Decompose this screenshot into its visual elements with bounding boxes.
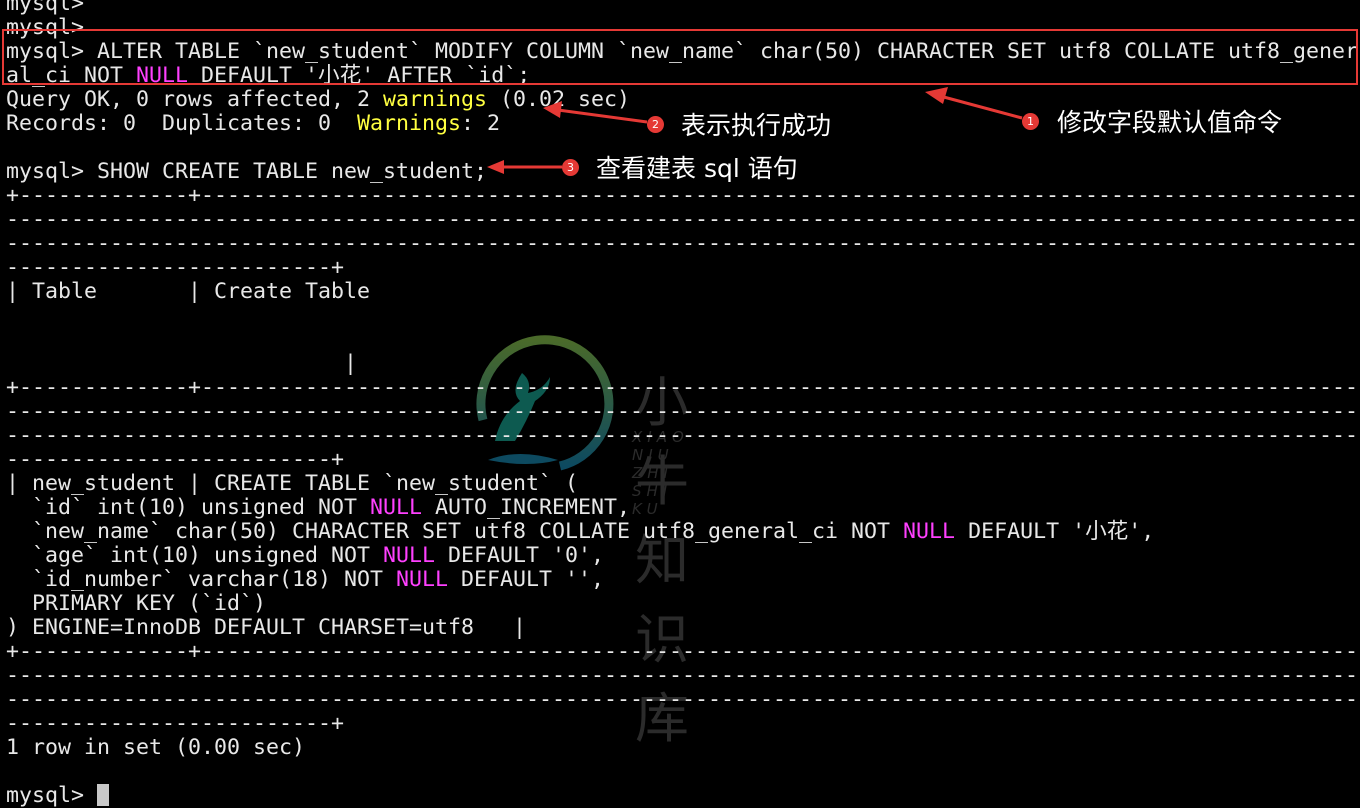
step-badge-1: 1 <box>1022 113 1039 130</box>
arrow-icon-3 <box>487 160 562 174</box>
annotation-label-2: 表示执行成功 <box>681 111 832 140</box>
step-badge-2: 2 <box>647 116 664 133</box>
arrow-icon-2 <box>543 101 648 124</box>
annotation-label-1: 修改字段默认值命令 <box>1057 108 1283 137</box>
annotation-label-3: 查看建表 sql 语句 <box>596 154 798 183</box>
arrow-icon-1 <box>925 87 1023 120</box>
step-badge-3: 3 <box>562 159 579 176</box>
